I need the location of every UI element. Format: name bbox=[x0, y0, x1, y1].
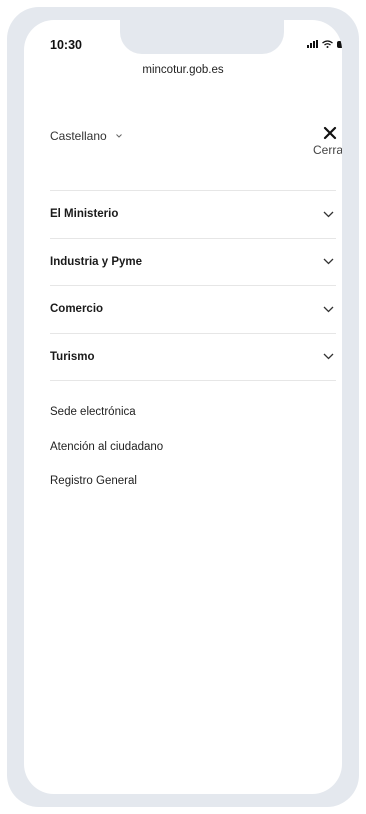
link-atencion-al-ciudadano[interactable]: Atención al ciudadano bbox=[50, 441, 163, 476]
phone-notch bbox=[120, 20, 284, 54]
signal-icon bbox=[307, 40, 318, 48]
main-menu: El Ministerio Industria y Pyme Comercio … bbox=[50, 190, 336, 381]
close-label: Cerrar bbox=[312, 143, 342, 157]
secondary-links: Sede electrónica Atención al ciudadano R… bbox=[50, 406, 163, 510]
language-label: Castellano bbox=[50, 129, 107, 143]
browser-url[interactable]: mincotur.gob.es bbox=[24, 64, 342, 76]
chevron-down-icon bbox=[323, 258, 334, 265]
close-icon bbox=[323, 126, 337, 140]
close-button[interactable]: Cerrar bbox=[308, 126, 342, 157]
menu-item-label: Turismo bbox=[50, 350, 95, 363]
chevron-down-icon bbox=[323, 353, 334, 360]
status-icons bbox=[307, 40, 342, 48]
menu-item-comercio[interactable]: Comercio bbox=[50, 286, 336, 334]
menu-item-industria-y-pyme[interactable]: Industria y Pyme bbox=[50, 239, 336, 286]
wifi-icon bbox=[322, 40, 333, 48]
phone-screen: 10:30 mincotur.gob.es Castellano Cerrar … bbox=[24, 20, 342, 794]
chevron-down-icon bbox=[115, 134, 122, 138]
battery-icon bbox=[337, 41, 342, 48]
chevron-down-icon bbox=[323, 211, 334, 218]
menu-item-turismo[interactable]: Turismo bbox=[50, 334, 336, 381]
status-time: 10:30 bbox=[50, 38, 82, 52]
menu-item-label: Comercio bbox=[50, 303, 104, 316]
link-sede-electronica[interactable]: Sede electrónica bbox=[50, 406, 163, 441]
menu-item-label: Industria y Pyme bbox=[50, 255, 143, 268]
menu-item-label: El Ministerio bbox=[50, 208, 119, 221]
link-registro-general[interactable]: Registro General bbox=[50, 475, 163, 510]
chevron-down-icon bbox=[323, 306, 334, 313]
language-selector[interactable]: Castellano bbox=[50, 129, 123, 143]
menu-item-el-ministerio[interactable]: El Ministerio bbox=[50, 191, 336, 239]
